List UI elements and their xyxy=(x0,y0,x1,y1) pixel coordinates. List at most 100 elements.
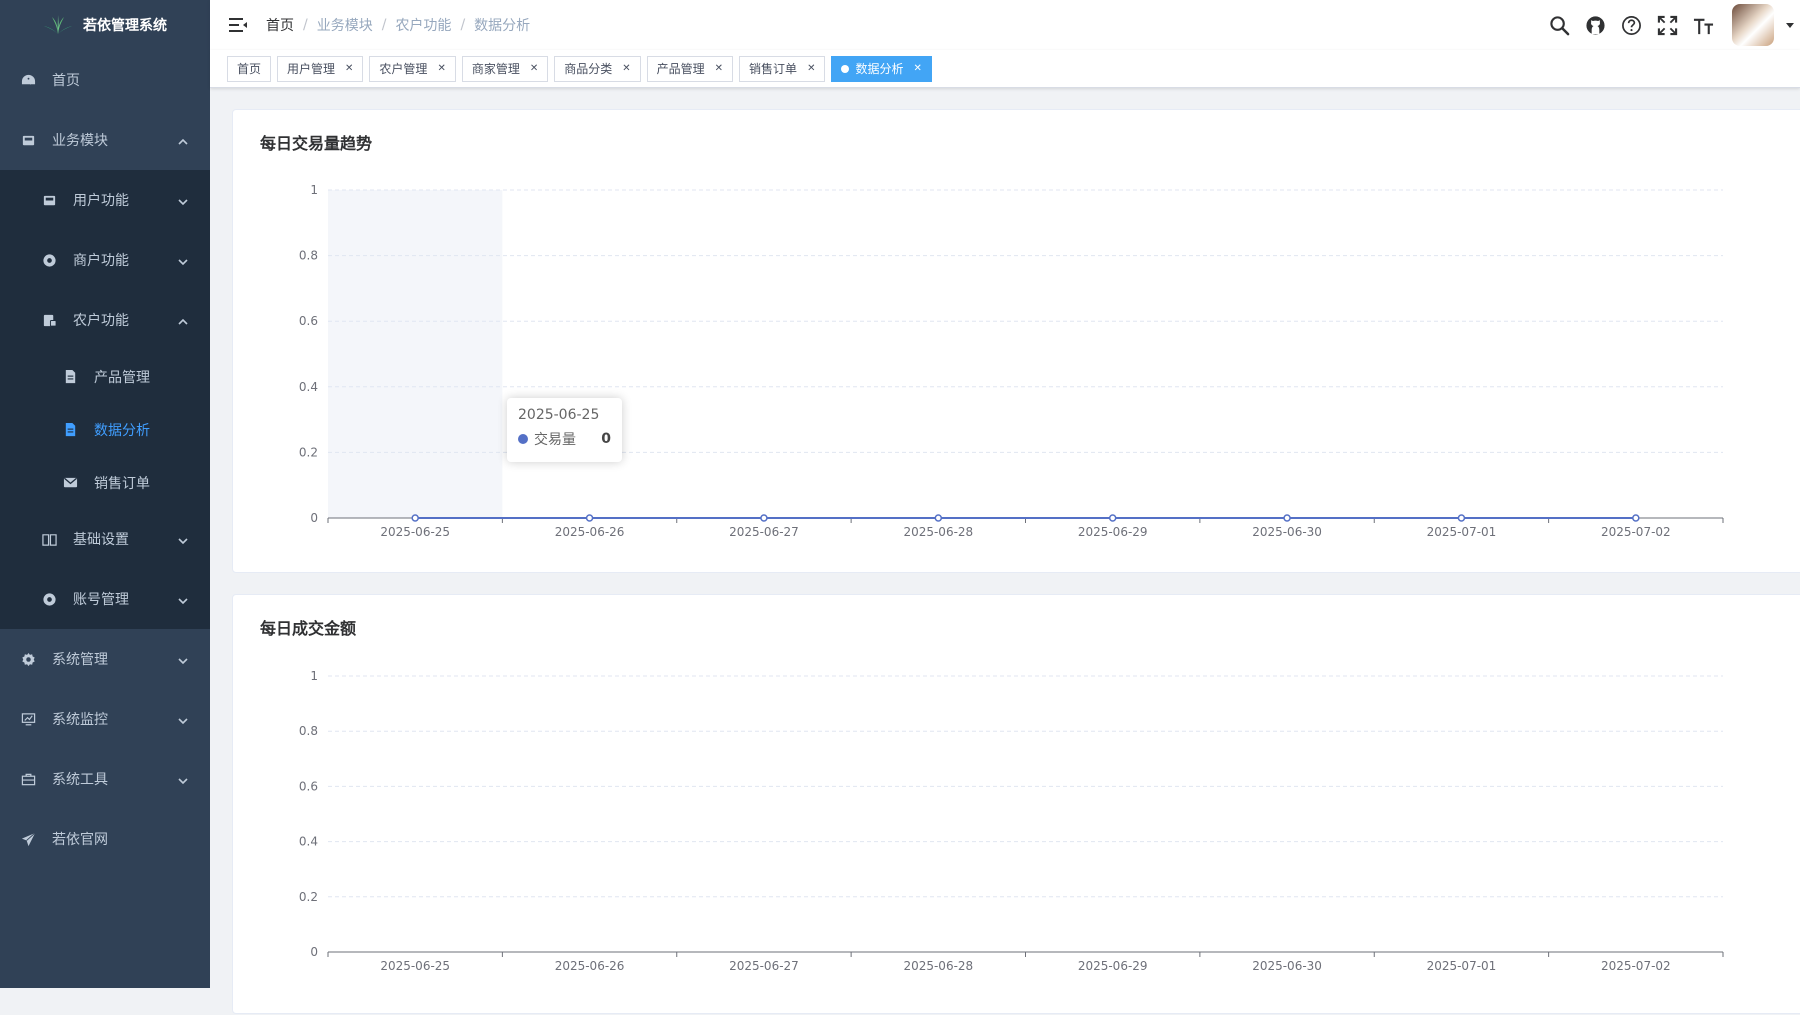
y-tick-label: 0.4 xyxy=(299,835,318,849)
tag-product-mgmt[interactable]: 产品管理 ✕ xyxy=(646,55,734,82)
close-icon[interactable]: ✕ xyxy=(715,56,723,82)
y-tick-label: 0.6 xyxy=(299,314,318,328)
breadcrumb: 首页 / 业务模块 / 农户功能 / 数据分析 xyxy=(266,15,530,35)
breadcrumb-separator: / xyxy=(303,17,308,33)
y-tick-label: 1 xyxy=(310,183,318,197)
chart-tooltip: 2025-06-25 交易量 0 xyxy=(507,398,622,462)
chevron-down-icon xyxy=(178,714,188,725)
x-tick-label: 2025-06-30 xyxy=(1252,525,1322,539)
tags-view: 首页 用户管理 ✕ 农户管理 ✕ 商家管理 ✕ 商品分类 ✕ 产品管理 ✕ 销售订单 ✕ 数… xyxy=(210,50,1800,88)
sidebar-item-product-mgmt[interactable]: 产品管理 xyxy=(0,350,210,403)
x-tick-label: 2025-07-01 xyxy=(1427,525,1497,539)
sidebar-item-sales-order[interactable]: 销售订单 xyxy=(0,456,210,509)
sidebar-item-label: 数据分析 xyxy=(94,422,150,439)
sidebar-item-label: 系统工具 xyxy=(52,772,108,788)
user-func-icon xyxy=(41,192,57,208)
sidebar-item-label: 销售订单 xyxy=(94,475,150,492)
chart-card-volume: 每日交易量趋势 0 0.2 0.4 0.6 0.8 1 2025-06-25 2025-06-… xyxy=(232,109,1800,573)
tag-home[interactable]: 首页 xyxy=(227,55,272,82)
tooltip-category: 2025-06-25 xyxy=(518,407,600,423)
y-tick-label: 0.2 xyxy=(299,445,318,459)
github-icon[interactable] xyxy=(1584,14,1606,36)
tag-sales-order[interactable]: 销售订单 ✕ xyxy=(739,55,826,82)
tooltip-series-name: 交易量 xyxy=(534,432,576,448)
app-title: 若依管理系统 xyxy=(83,18,167,34)
sidebar-item-label: 业务模块 xyxy=(52,133,108,149)
data-point xyxy=(1108,514,1117,522)
close-icon[interactable]: ✕ xyxy=(913,56,921,82)
active-dot xyxy=(841,64,850,73)
sidebar-item-business[interactable]: 业务模块 xyxy=(0,110,210,170)
x-tick-label: 2025-06-27 xyxy=(729,959,799,973)
question-icon[interactable] xyxy=(1620,14,1642,36)
sidebar-item-system-mgmt[interactable]: 系统管理 xyxy=(0,629,210,689)
close-icon[interactable]: ✕ xyxy=(622,56,630,82)
avatar[interactable] xyxy=(1732,4,1774,46)
caret-down-icon[interactable] xyxy=(1786,21,1794,29)
tag-product-category[interactable]: 商品分类 ✕ xyxy=(554,55,641,82)
x-tick-label: 2025-06-29 xyxy=(1078,525,1148,539)
y-tick-label: 0.8 xyxy=(299,249,318,263)
fullscreen-icon[interactable] xyxy=(1656,14,1678,36)
chevron-down-icon xyxy=(178,774,188,785)
sidebar-item-home[interactable]: 首页 xyxy=(0,50,210,110)
account-icon xyxy=(41,591,57,607)
chevron-down-icon xyxy=(178,654,188,665)
navbar: 首页 / 业务模块 / 农户功能 / 数据分析 xyxy=(210,0,1800,50)
sidebar-item-system-tools[interactable]: 系统工具 xyxy=(0,749,210,809)
data-point xyxy=(1632,514,1640,522)
sidebar-item-label: 产品管理 xyxy=(94,369,150,386)
close-icon[interactable]: ✕ xyxy=(345,56,353,82)
sidebar-item-label: 用户功能 xyxy=(73,193,129,209)
chart-card-amount: 每日成交金额 0 0.2 0.4 0.6 0.8 1 2025-06-25 2025-06-2… xyxy=(232,594,1800,1014)
breadcrumb-item[interactable]: 首页 xyxy=(266,15,294,35)
breadcrumb-separator: / xyxy=(460,17,466,33)
chevron-down-icon xyxy=(178,195,188,206)
search-icon[interactable] xyxy=(1548,14,1570,36)
data-point xyxy=(585,514,594,522)
book-icon xyxy=(41,531,57,547)
tag-farmer-mgmt[interactable]: 农户管理 ✕ xyxy=(369,55,456,82)
y-tick-label: 0.8 xyxy=(299,724,318,738)
logo[interactable]: 若依管理系统 xyxy=(0,0,210,50)
data-point xyxy=(934,514,943,522)
y-tick-label: 1 xyxy=(310,669,318,683)
sidebar: 若依管理系统 首页 业务模块 用户功能 商户功能 农户功能 产品管理 数据分析 … xyxy=(0,0,210,988)
dashboard-icon xyxy=(20,72,36,88)
close-icon[interactable]: ✕ xyxy=(437,56,445,82)
line-chart-amount[interactable]: 0 0.2 0.4 0.6 0.8 1 2025-06-25 2025-06-26 2025-0… xyxy=(233,595,1800,1015)
tag-merchant-mgmt[interactable]: 商家管理 ✕ xyxy=(461,55,549,82)
sidebar-item-system-monitor[interactable]: 系统监控 xyxy=(0,689,210,749)
merchant-icon xyxy=(41,252,57,268)
sidebar-item-account-mgmt[interactable]: 账号管理 xyxy=(0,569,210,629)
y-tick-label: 0.4 xyxy=(299,380,318,394)
sidebar-item-farmer-func[interactable]: 农户功能 xyxy=(0,290,210,350)
close-icon[interactable]: ✕ xyxy=(530,56,538,82)
sidebar-item-merchant-func[interactable]: 商户功能 xyxy=(0,230,210,290)
breadcrumb-item: 业务模块 xyxy=(316,18,373,34)
data-point xyxy=(760,514,768,522)
sidebar-item-basic-settings[interactable]: 基础设置 xyxy=(0,509,210,569)
chevron-down-icon xyxy=(178,534,188,545)
monitor-icon xyxy=(20,711,36,727)
tag-label: 商品分类 xyxy=(564,61,613,76)
x-tick-label: 2025-07-02 xyxy=(1601,525,1671,539)
line-chart-volume[interactable]: 0 0.2 0.4 0.6 0.8 1 2025-06-25 2025-06-26 2025-0… xyxy=(233,110,1800,574)
sidebar-item-official-site[interactable]: 若依官网 xyxy=(0,809,210,869)
breadcrumb-separator: / xyxy=(381,17,387,33)
x-tick-label: 2025-07-01 xyxy=(1427,959,1497,973)
x-tick-label: 2025-06-28 xyxy=(903,959,973,973)
chevron-up-icon xyxy=(178,135,188,145)
y-tick-label: 0.6 xyxy=(299,779,318,793)
mail-icon xyxy=(62,475,78,491)
sidebar-item-user-func[interactable]: 用户功能 xyxy=(0,170,210,230)
x-tick-label: 2025-06-25 xyxy=(380,525,450,539)
breadcrumb-item: 农户功能 xyxy=(395,18,452,34)
hamburger-icon[interactable] xyxy=(228,15,248,35)
tag-user-mgmt[interactable]: 用户管理 ✕ xyxy=(277,55,364,82)
sidebar-item-data-analysis[interactable]: 数据分析 xyxy=(0,403,210,456)
tag-data-analysis[interactable]: 数据分析 ✕ xyxy=(831,55,932,82)
x-tick-label: 2025-06-28 xyxy=(903,525,973,539)
font-size-icon[interactable] xyxy=(1692,14,1714,36)
close-icon[interactable]: ✕ xyxy=(807,56,815,82)
